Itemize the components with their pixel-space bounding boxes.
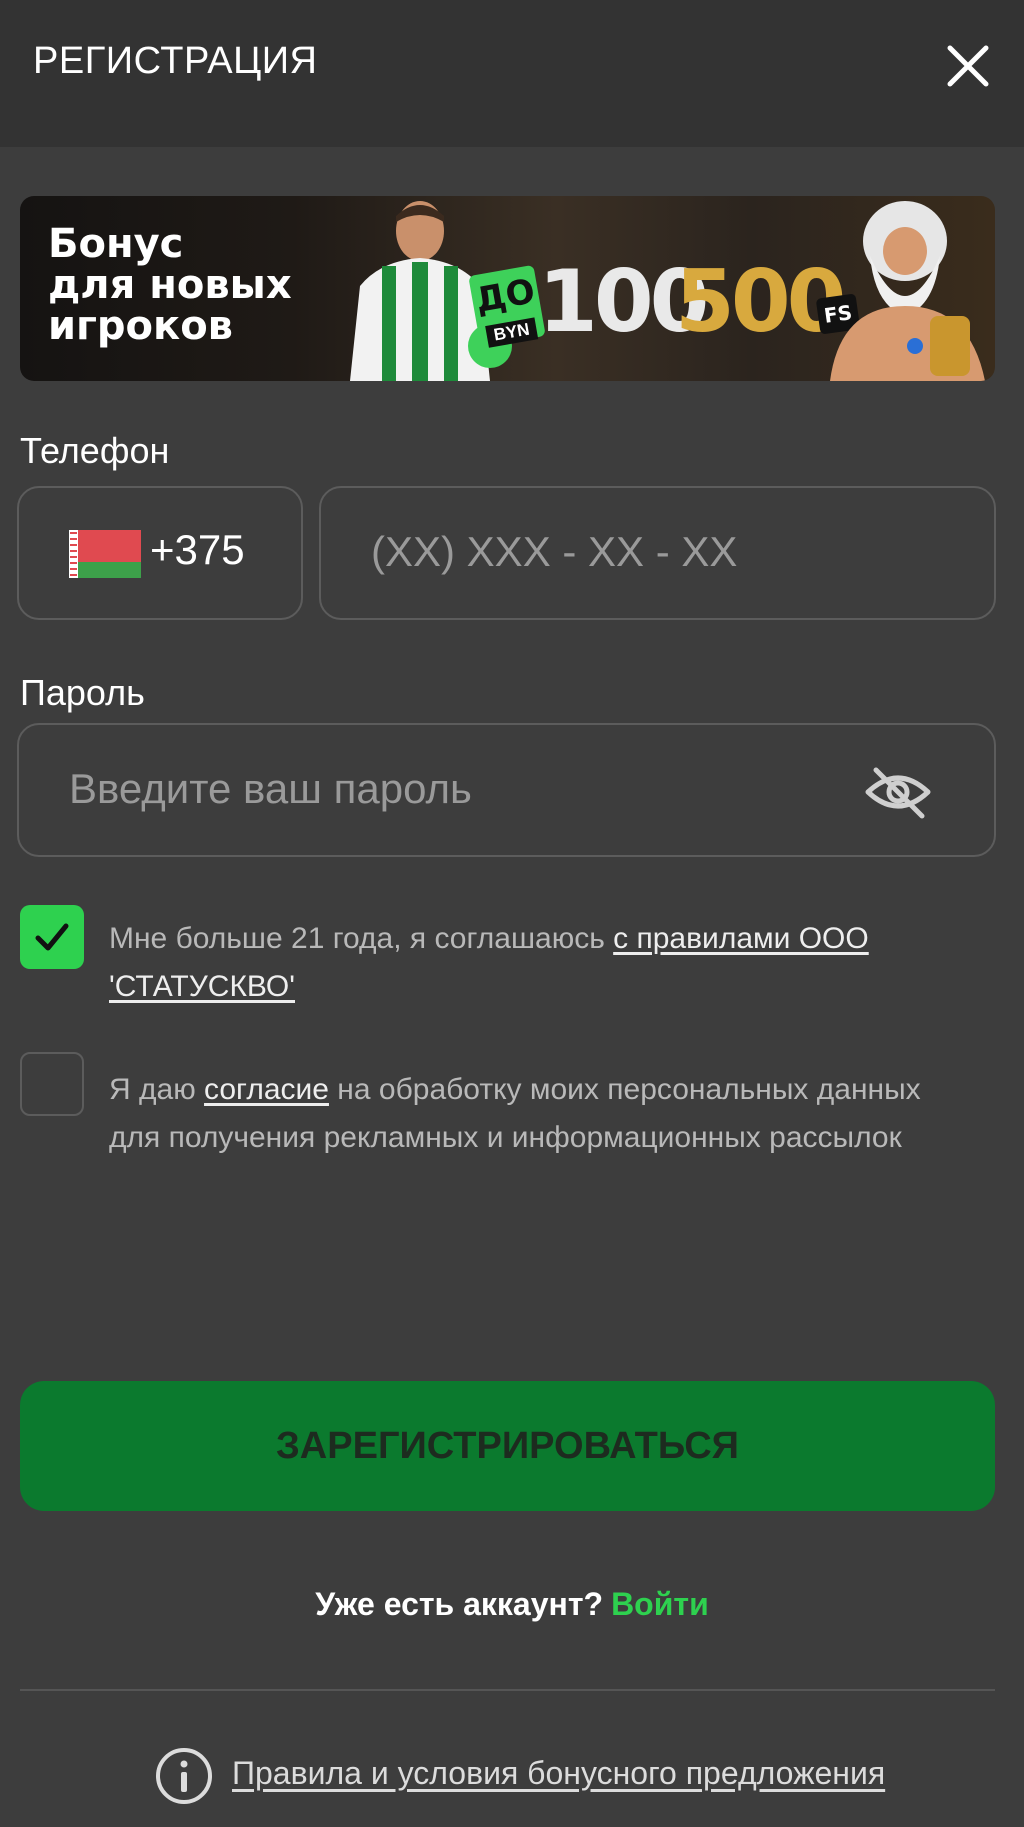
password-input[interactable]: Введите ваш пароль [17, 723, 996, 857]
page-title: РЕГИСТРАЦИЯ [33, 40, 318, 82]
marketing-consent-prefix: Я даю [109, 1073, 205, 1106]
phone-placeholder: (XX) XXX - XX - XX [371, 528, 738, 575]
age-agreement-checkbox[interactable] [20, 905, 84, 969]
existing-account-question: Уже есть аккаунт? [315, 1586, 604, 1622]
zeus-image [830, 201, 985, 381]
phone-label: Телефон [20, 430, 170, 471]
phone-input[interactable]: (XX) XXX - XX - XX [319, 486, 996, 620]
age-agreement-label: Мне больше 21 года, я соглашаюсь [109, 922, 614, 955]
country-code: +375 [150, 526, 245, 573]
password-label: Пароль [20, 672, 145, 713]
marketing-consent-checkbox[interactable] [20, 1052, 84, 1116]
bonus-terms-link[interactable]: Правила и условия бонусного предложения [232, 1755, 885, 1792]
password-visibility-toggle[interactable] [862, 762, 934, 822]
belarus-flag-icon [69, 530, 141, 578]
banner-currency: BYN [485, 317, 539, 348]
register-button[interactable]: ЗАРЕГИСТРИРОВАТЬСЯ [20, 1381, 995, 1511]
existing-account-prompt: Уже есть аккаунт? Войти [0, 1586, 1024, 1623]
close-icon [947, 45, 989, 87]
password-placeholder: Введите ваш пароль [69, 765, 472, 812]
close-button[interactable] [940, 38, 996, 94]
login-link[interactable]: Войти [611, 1586, 709, 1622]
info-icon [156, 1748, 212, 1804]
checkmark-icon [35, 923, 69, 951]
banner-badge: ДО BYN [468, 264, 546, 348]
register-button-label: ЗАРЕГИСТРИРОВАТЬСЯ [276, 1425, 739, 1467]
modal-header: РЕГИСТРАЦИЯ [0, 0, 1024, 147]
bonus-banner[interactable]: Бонус для новых игроков ДО BYN 100 500 F… [20, 196, 995, 381]
marketing-consent-text: Я даю согласие на обработку моих персона… [109, 1066, 969, 1162]
divider [20, 1689, 995, 1691]
banner-badge-prefix: ДО [472, 271, 538, 321]
banner-title: Бонус для новых игроков [48, 221, 292, 349]
age-agreement-text: Мне больше 21 года, я соглашаюсь с прави… [109, 915, 929, 1011]
eye-off-icon [865, 767, 931, 819]
consent-link[interactable]: согласие [204, 1073, 329, 1106]
